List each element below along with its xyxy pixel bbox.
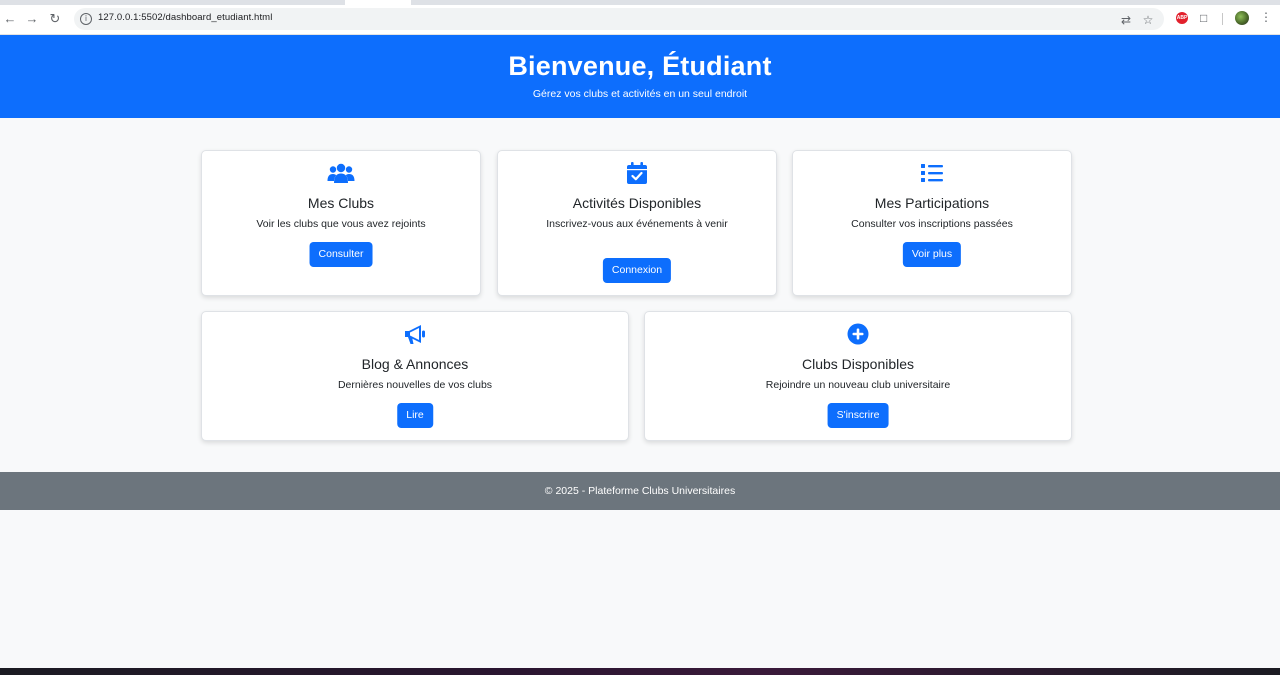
page-subtitle: Gérez vos clubs et activités en un seul … <box>532 88 748 100</box>
profile-avatar[interactable] <box>1235 11 1249 25</box>
bookmark-star-icon[interactable]: ☆ <box>1141 13 1155 27</box>
lire-button[interactable]: Lire <box>397 403 433 428</box>
card-title: Activités Disponibles <box>572 195 702 211</box>
card-text: Consulter vos inscriptions passées <box>851 218 1013 230</box>
card-title: Mes Clubs <box>307 195 375 211</box>
card-activites-disponibles: Activités Disponibles Inscrivez-vous aux… <box>497 150 777 296</box>
card-blog-annonces: Blog & Annonces Dernières nouvelles de v… <box>201 311 629 441</box>
card-mes-participations: Mes Participations Consulter vos inscrip… <box>792 150 1072 296</box>
card-text: Dernières nouvelles de vos clubs <box>337 379 493 391</box>
browser-menu-icon[interactable]: ⋮ <box>1260 10 1272 24</box>
reload-icon[interactable]: ↻ <box>47 11 63 27</box>
translate-icon[interactable]: ⇄ <box>1119 13 1133 27</box>
calendar-check-icon <box>498 161 776 185</box>
toolbar-divider <box>1222 13 1223 25</box>
card-title: Clubs Disponibles <box>801 356 915 372</box>
address-bar[interactable]: i 127.0.0.1:5502/dashboard_etudiant.html… <box>74 8 1164 30</box>
card-text: Rejoindre un nouveau club universitaire <box>765 379 951 391</box>
users-icon <box>202 161 480 185</box>
card-text: Inscrivez-vous aux événements à venir <box>546 218 728 230</box>
card-mes-clubs: Mes Clubs Voir les clubs que vous avez r… <box>201 150 481 296</box>
consulter-button[interactable]: Consulter <box>309 242 373 267</box>
list-icon <box>793 161 1071 185</box>
adblock-extension-icon[interactable]: ABP <box>1176 12 1188 24</box>
footer-text: © 2025 - Plateforme Clubs Universitaires <box>544 485 736 497</box>
arrow-left-icon[interactable]: ← <box>2 11 18 27</box>
plus-circle-icon <box>645 322 1071 346</box>
voir-plus-button[interactable]: Voir plus <box>902 242 962 267</box>
megaphone-icon <box>202 322 628 346</box>
os-taskbar <box>0 668 1280 675</box>
card-title: Mes Participations <box>874 195 990 211</box>
page-header: Bienvenue, Étudiant Gérez vos clubs et a… <box>0 35 1280 118</box>
sinscrire-button[interactable]: S'inscrire <box>827 403 889 428</box>
card-clubs-disponibles: Clubs Disponibles Rejoindre un nouveau c… <box>644 311 1072 441</box>
browser-toolbar: ← → ↻ i 127.0.0.1:5502/dashboard_etudian… <box>0 5 1280 35</box>
site-info-icon[interactable]: i <box>80 13 92 25</box>
page-footer: © 2025 - Plateforme Clubs Universitaires <box>0 472 1280 510</box>
page-title: Bienvenue, Étudiant <box>508 51 772 81</box>
card-title: Blog & Annonces <box>361 356 469 372</box>
address-url[interactable]: 127.0.0.1:5502/dashboard_etudiant.html <box>98 12 272 23</box>
extensions-puzzle-icon[interactable]: □ <box>1200 11 1207 25</box>
card-text: Voir les clubs que vous avez rejoints <box>256 218 426 230</box>
connexion-button[interactable]: Connexion <box>602 258 672 283</box>
arrow-right-icon[interactable]: → <box>24 11 40 27</box>
